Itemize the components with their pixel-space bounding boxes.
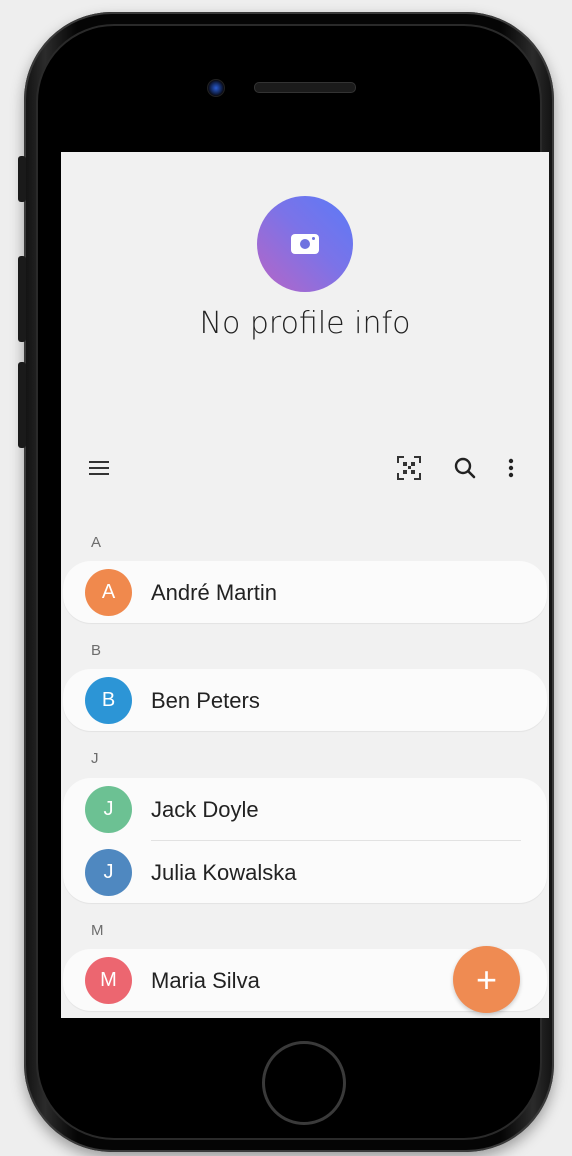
contact-group-a: A André Martin bbox=[63, 561, 547, 623]
more-options-icon[interactable] bbox=[493, 452, 529, 484]
volume-up-button bbox=[18, 256, 26, 342]
avatar: J bbox=[85, 786, 132, 833]
contacts-screen: No profile info A A André Martin B B Ben… bbox=[61, 152, 549, 1018]
volume-down-button bbox=[18, 362, 26, 448]
contact-row-julia-kowalska[interactable]: J Julia Kowalska bbox=[63, 841, 547, 903]
contact-name: Jack Doyle bbox=[151, 797, 259, 822]
section-header-j: J bbox=[91, 750, 99, 767]
contact-row-jack-doyle[interactable]: J Jack Doyle bbox=[63, 778, 547, 840]
contact-name: Julia Kowalska bbox=[151, 860, 297, 885]
front-camera bbox=[207, 79, 225, 97]
camera-lens bbox=[300, 239, 310, 249]
contact-group-j: J Jack Doyle J Julia Kowalska bbox=[63, 778, 547, 903]
add-contact-button[interactable]: + bbox=[453, 946, 520, 1013]
qr-code-icon[interactable] bbox=[391, 452, 427, 484]
contact-row-ben-peters[interactable]: B Ben Peters bbox=[63, 669, 547, 731]
earpiece-speaker bbox=[254, 82, 356, 93]
contact-name: Ben Peters bbox=[151, 688, 260, 713]
avatar: M bbox=[85, 957, 132, 1004]
camera-flash-dot bbox=[312, 237, 315, 240]
camera-icon bbox=[291, 234, 319, 254]
contact-name: André Martin bbox=[151, 580, 277, 605]
contact-name: Maria Silva bbox=[151, 968, 260, 993]
home-button[interactable] bbox=[262, 1041, 346, 1125]
contact-group-b: B Ben Peters bbox=[63, 669, 547, 731]
section-header-m: M bbox=[91, 922, 104, 939]
device-frame: No profile info A A André Martin B B Ben… bbox=[0, 0, 572, 1156]
profile-avatar[interactable] bbox=[257, 196, 353, 292]
section-header-b: B bbox=[91, 642, 102, 659]
avatar: A bbox=[85, 569, 132, 616]
profile-name[interactable]: No profile info bbox=[61, 306, 549, 341]
menu-icon[interactable] bbox=[81, 452, 117, 484]
search-icon[interactable] bbox=[447, 452, 483, 484]
mute-switch bbox=[18, 156, 26, 202]
section-header-a: A bbox=[91, 534, 102, 551]
contact-row-andre-martin[interactable]: A André Martin bbox=[63, 561, 547, 623]
avatar: J bbox=[85, 849, 132, 896]
avatar: B bbox=[85, 677, 132, 724]
